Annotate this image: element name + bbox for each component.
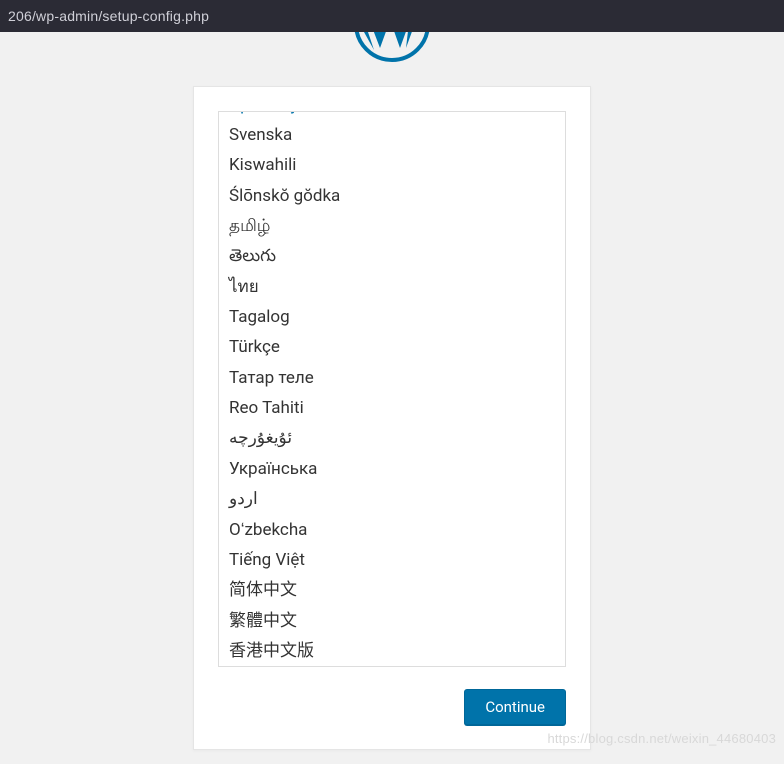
language-option[interactable]: Српски језик bbox=[219, 111, 565, 120]
language-option[interactable]: 香港中文版 bbox=[219, 636, 565, 666]
wordpress-logo-icon bbox=[352, 32, 432, 64]
language-option[interactable]: Ślōnskŏ gŏdka bbox=[219, 181, 565, 211]
language-option[interactable]: Tagalog bbox=[219, 302, 565, 332]
language-option[interactable]: Reo Tahiti bbox=[219, 393, 565, 423]
continue-button[interactable]: Continue bbox=[464, 689, 566, 725]
language-option[interactable]: 简体中文 bbox=[219, 575, 565, 605]
language-option[interactable]: Oʻzbekcha bbox=[219, 515, 565, 545]
language-option[interactable]: தமிழ் bbox=[219, 211, 565, 241]
language-option[interactable]: ไทย bbox=[219, 272, 565, 302]
language-option[interactable]: اردو bbox=[219, 484, 565, 514]
setup-card: SlovenščinaShqipСрпски језикSvenskaKiswa… bbox=[193, 86, 591, 750]
url-text: 206/wp-admin/setup-config.php bbox=[8, 8, 209, 24]
browser-address-bar[interactable]: 206/wp-admin/setup-config.php bbox=[0, 0, 784, 32]
language-option[interactable]: 繁體中文 bbox=[219, 606, 565, 636]
language-select[interactable]: SlovenščinaShqipСрпски језикSvenskaKiswa… bbox=[218, 111, 566, 667]
language-option[interactable]: Svenska bbox=[219, 120, 565, 150]
language-option[interactable]: Kiswahili bbox=[219, 150, 565, 180]
language-option[interactable]: Tiếng Việt bbox=[219, 545, 565, 575]
language-option[interactable]: Татар теле bbox=[219, 363, 565, 393]
button-row: Continue bbox=[218, 689, 566, 725]
language-option[interactable]: ئۇيغۇرچە bbox=[219, 423, 565, 453]
language-option[interactable]: Türkçe bbox=[219, 332, 565, 362]
page-background: SlovenščinaShqipСрпски језикSvenskaKiswa… bbox=[0, 32, 784, 764]
language-option[interactable]: Українська bbox=[219, 454, 565, 484]
language-option[interactable]: తెలుగు bbox=[219, 241, 565, 271]
